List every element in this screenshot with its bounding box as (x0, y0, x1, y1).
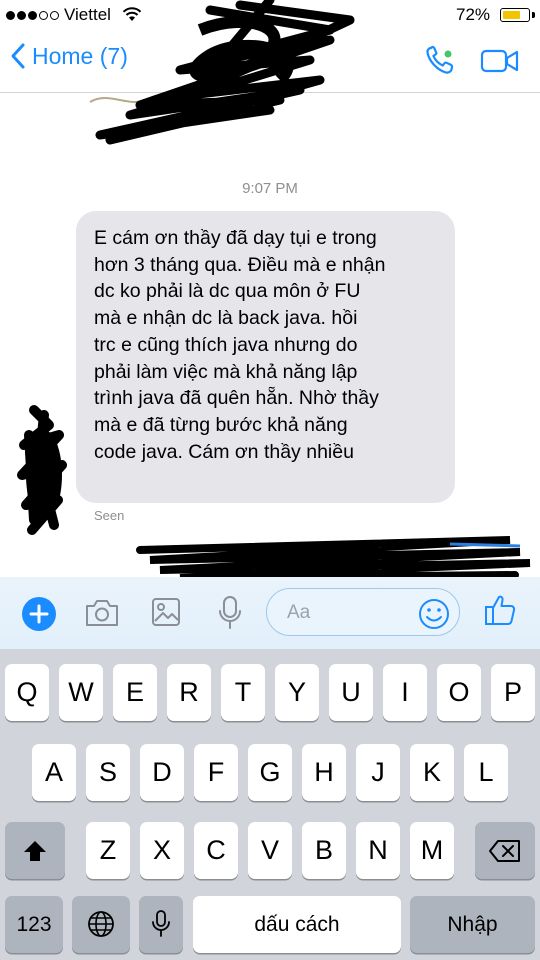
battery-level-fill (502, 10, 520, 19)
key-v[interactable]: V (248, 822, 292, 879)
message-input[interactable]: Aa (266, 588, 460, 636)
key-w[interactable]: W (59, 664, 103, 721)
keyboard: Q W E R T Y U I O P A S D F G H J K L Z … (0, 649, 540, 960)
key-a[interactable]: A (32, 744, 76, 801)
backspace-icon (489, 840, 520, 862)
microphone-icon (152, 910, 170, 937)
key-t[interactable]: T (221, 664, 265, 721)
key-h[interactable]: H (302, 744, 346, 801)
key-k[interactable]: K (410, 744, 454, 801)
key-f[interactable]: F (194, 744, 238, 801)
key-l[interactable]: L (464, 744, 508, 801)
thumbs-up-icon[interactable] (483, 593, 517, 627)
key-j[interactable]: J (356, 744, 400, 801)
phone-call-icon[interactable] (424, 44, 460, 78)
return-key[interactable]: Nhập (410, 896, 535, 953)
key-u[interactable]: U (329, 664, 373, 721)
photo-gallery-icon[interactable] (150, 596, 182, 628)
key-m[interactable]: M (410, 822, 454, 879)
key-e[interactable]: E (113, 664, 157, 721)
emoji-icon[interactable] (417, 597, 451, 631)
key-p[interactable]: P (491, 664, 535, 721)
redaction-scribble-avatar (17, 405, 67, 535)
key-r[interactable]: R (167, 664, 211, 721)
video-call-icon[interactable] (480, 48, 520, 74)
globe-icon (88, 911, 114, 937)
key-i[interactable]: I (383, 664, 427, 721)
plus-icon (29, 604, 49, 624)
key-c[interactable]: C (194, 822, 238, 879)
add-button[interactable] (22, 597, 56, 631)
battery-percent: 72% (456, 5, 491, 24)
key-n[interactable]: N (356, 822, 400, 879)
message-input-placeholder: Aa (287, 602, 311, 623)
key-y[interactable]: Y (275, 664, 319, 721)
seen-indicator: Seen (94, 508, 125, 523)
shift-key[interactable] (5, 822, 65, 879)
key-d[interactable]: D (140, 744, 184, 801)
shift-arrow-icon (24, 841, 46, 861)
message-timestamp: 9:07 PM (242, 180, 298, 197)
delete-key[interactable] (475, 822, 535, 879)
key-x[interactable]: X (140, 822, 184, 879)
key-s[interactable]: S (86, 744, 130, 801)
globe-key[interactable] (72, 896, 130, 953)
message-text: E cám ơn thầy đã dạy tụi e trong hơn 3 t… (94, 227, 386, 463)
key-q[interactable]: Q (5, 664, 49, 721)
numbers-key[interactable]: 123 (5, 896, 63, 953)
signal-strength-icon (6, 11, 59, 20)
space-key[interactable]: dấu cách (193, 896, 401, 953)
redaction-scribble-header (89, 0, 355, 145)
message-composer: Aa (0, 577, 540, 649)
battery-tip (532, 12, 535, 18)
key-o[interactable]: O (437, 664, 481, 721)
key-z[interactable]: Z (86, 822, 130, 879)
camera-icon[interactable] (84, 597, 120, 629)
key-g[interactable]: G (248, 744, 292, 801)
dictation-key[interactable] (139, 896, 183, 953)
microphone-icon[interactable] (216, 594, 244, 632)
message-bubble[interactable]: E cám ơn thầy đã dạy tụi e trong hơn 3 t… (76, 211, 455, 503)
chevron-left-icon (11, 43, 25, 69)
battery-icon (500, 8, 530, 22)
key-b[interactable]: B (302, 822, 346, 879)
